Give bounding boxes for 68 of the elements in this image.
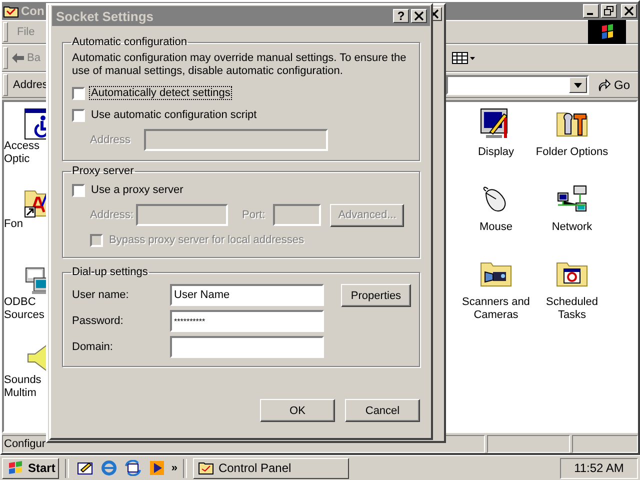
icon-label: Folder Options xyxy=(534,146,610,159)
field-label: Domain: xyxy=(72,341,114,353)
desktop-icon[interactable] xyxy=(77,460,94,476)
address-label: Addres xyxy=(12,79,48,91)
group-title: Automatic configuration xyxy=(71,36,188,48)
checkbox-label[interactable]: Automatically detect settings xyxy=(89,86,232,100)
dialog-title: Socket Settings xyxy=(56,8,154,24)
minimize-button[interactable] xyxy=(583,4,599,18)
windows-logo-icon xyxy=(588,20,626,44)
input-field[interactable]: ********** xyxy=(170,310,324,332)
icon-label: ODBC xyxy=(4,296,36,309)
refresh-icon[interactable] xyxy=(125,460,142,476)
checkbox[interactable] xyxy=(72,108,85,122)
cancel-button[interactable]: Cancel xyxy=(345,399,420,422)
close-icon xyxy=(414,11,424,21)
go-button[interactable]: Go xyxy=(588,78,638,92)
close-button[interactable] xyxy=(411,9,427,23)
back-arrow-icon xyxy=(11,52,25,64)
field-label: Port: xyxy=(242,209,266,221)
taskbar-button[interactable]: Control Panel xyxy=(193,458,350,478)
go-arrow-icon xyxy=(596,78,611,92)
help-button[interactable]: ? xyxy=(393,9,409,23)
icon-label: Multim xyxy=(4,387,36,400)
icon-label: Sources xyxy=(4,309,44,322)
field-label: Address xyxy=(90,134,132,146)
address-field[interactable] xyxy=(446,75,589,95)
checkbox-label[interactable]: Use a proxy server xyxy=(89,183,186,197)
description-text: Automatic configuration may override manual settings. To ensure the use of manual settings, disable automatic configuration. xyxy=(72,52,408,78)
dropdown-button[interactable] xyxy=(568,77,587,93)
address-field[interactable] xyxy=(144,129,328,151)
input-field[interactable]: User Name xyxy=(170,284,324,306)
start-button[interactable]: Start xyxy=(2,458,60,478)
icon-label: Sounds xyxy=(4,374,42,387)
caret-icon xyxy=(574,82,582,88)
folder-icon xyxy=(198,461,214,475)
play-icon[interactable] xyxy=(149,460,166,476)
field-label: User name: xyxy=(72,289,130,301)
icon-label: Scheduled Tasks xyxy=(545,296,599,322)
browser-icon[interactable] xyxy=(101,460,118,476)
ok-button[interactable]: OK xyxy=(260,399,335,422)
restore-icon xyxy=(604,6,614,16)
group-title: Dial-up settings xyxy=(71,266,149,278)
checkbox-label[interactable]: Use automatic configuration script xyxy=(89,108,259,122)
icon-label: Mouse xyxy=(478,221,514,234)
more-chevron[interactable]: » xyxy=(171,462,178,474)
port-field[interactable] xyxy=(273,204,322,226)
input-field[interactable] xyxy=(170,336,324,358)
restore-button[interactable] xyxy=(601,4,617,18)
views-grid-icon[interactable] xyxy=(452,52,476,64)
field-label: Address: xyxy=(90,209,134,221)
field-label: Password: xyxy=(72,315,124,327)
close-button[interactable] xyxy=(621,4,637,18)
minimize-icon xyxy=(587,13,593,15)
window-title: Con xyxy=(21,4,44,18)
checkbox[interactable] xyxy=(72,86,85,100)
checkbox[interactable] xyxy=(72,184,85,196)
group-title: Proxy server xyxy=(71,165,135,177)
close-icon xyxy=(624,6,634,16)
icon-label: Display xyxy=(476,146,516,159)
icon-label: Scanners and Cameras xyxy=(461,296,531,322)
icon-label: Access xyxy=(4,140,40,153)
icon-label: Optic xyxy=(4,153,30,166)
properties-button[interactable]: Properties xyxy=(341,284,411,307)
icon-label: Network xyxy=(550,221,594,234)
status-panel xyxy=(572,435,638,453)
clock: 11:52 AM xyxy=(560,458,638,478)
icon-label: Fon xyxy=(4,218,23,231)
proxy-address-field[interactable] xyxy=(136,204,228,226)
